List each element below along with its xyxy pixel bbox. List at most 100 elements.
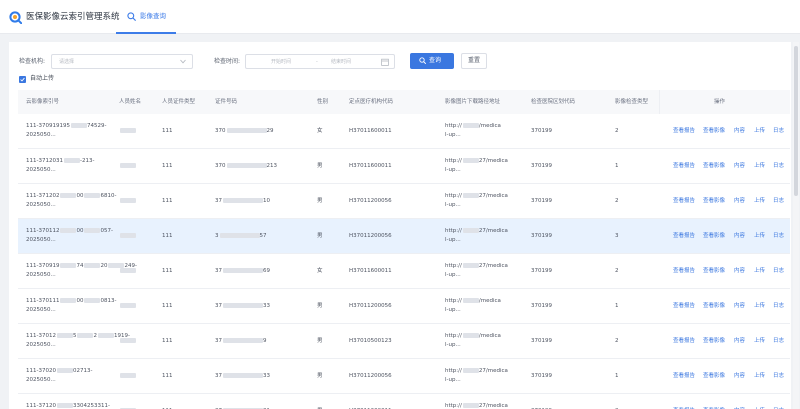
org-filter-label: 检查机构: bbox=[19, 58, 46, 65]
redacted-mask bbox=[84, 298, 101, 303]
check-type-cell: 2 bbox=[615, 128, 619, 134]
view-report-link[interactable]: 查看报告 bbox=[673, 162, 695, 171]
tab-image-query[interactable]: 影像查询 bbox=[116, 0, 176, 34]
redacted-mask bbox=[56, 403, 73, 408]
index-cell: 111-371203304253311-2025050... bbox=[26, 402, 110, 409]
url-line: http://27/medica bbox=[445, 228, 508, 234]
redacted-mask bbox=[120, 373, 136, 378]
table-row[interactable]: 111-370112 00 057- 2025050... 111 3 57 男 H370112… bbox=[18, 219, 790, 254]
auto-upload-label: 自动上传 bbox=[30, 75, 55, 82]
redacted-mask bbox=[462, 158, 479, 163]
top-bar: 医保影像云索引管理系统 影像查询 bbox=[0, 0, 800, 34]
area-code-cell: 370199 bbox=[531, 233, 552, 239]
redacted-mask bbox=[462, 123, 479, 128]
date-range-picker[interactable]: 开始时间 - 结束时间 bbox=[245, 54, 395, 69]
scrollbar-thumb[interactable] bbox=[794, 46, 798, 196]
upload-link[interactable]: 上传 bbox=[754, 127, 765, 136]
index-line: 111-371202 00 6810- bbox=[26, 193, 117, 199]
redacted-mask bbox=[120, 268, 136, 273]
view-image-link[interactable]: 查看影像 bbox=[703, 372, 725, 381]
log-link[interactable]: 日志 bbox=[773, 162, 784, 171]
name-cell bbox=[119, 127, 136, 136]
org-code-cell: H37011200056 bbox=[349, 198, 392, 204]
upload-link[interactable]: 上传 bbox=[754, 267, 765, 276]
upload-link[interactable]: 上传 bbox=[754, 302, 765, 311]
index-line: 111-37012 5 2 1919- bbox=[26, 333, 130, 339]
content-link[interactable]: 内容 bbox=[734, 302, 745, 311]
chevron-down-icon bbox=[180, 59, 186, 64]
upload-link[interactable]: 上传 bbox=[754, 197, 765, 206]
view-image-link[interactable]: 查看影像 bbox=[703, 232, 725, 241]
log-link[interactable]: 日志 bbox=[773, 267, 784, 276]
view-image-link[interactable]: 查看影像 bbox=[703, 127, 725, 136]
area-code-cell: 370199 bbox=[531, 338, 552, 344]
view-report-link[interactable]: 查看报告 bbox=[673, 127, 695, 136]
upload-link[interactable]: 上传 bbox=[754, 337, 765, 346]
log-link[interactable]: 日志 bbox=[773, 302, 784, 311]
content-link[interactable]: 内容 bbox=[734, 127, 745, 136]
table-row[interactable]: 111-371203304253311-2025050...1113731男H3… bbox=[18, 394, 790, 409]
view-report-link[interactable]: 查看报告 bbox=[673, 267, 695, 276]
log-link[interactable]: 日志 bbox=[773, 232, 784, 241]
check-type-cell: 1 bbox=[615, 163, 619, 169]
upload-link[interactable]: 上传 bbox=[754, 372, 765, 381]
url-line: l-up... bbox=[445, 167, 461, 173]
id-type-cell: 111 bbox=[162, 373, 173, 379]
view-report-link[interactable]: 查看报告 bbox=[673, 337, 695, 346]
auto-upload-checkbox[interactable] bbox=[19, 76, 26, 83]
table-row[interactable]: 111-370919 74 20 249- 2025050... 111 37 69 女 H370… bbox=[18, 254, 790, 289]
content-link[interactable]: 内容 bbox=[734, 267, 745, 276]
time-filter-label: 检查时间: bbox=[214, 58, 241, 65]
index-line: 2025050... bbox=[26, 237, 56, 243]
index-cell: 111-371202 00 6810- 2025050... bbox=[26, 192, 116, 210]
view-report-link[interactable]: 查看报告 bbox=[673, 232, 695, 241]
log-link[interactable]: 日志 bbox=[773, 372, 784, 381]
view-report-link[interactable]: 查看报告 bbox=[673, 302, 695, 311]
content-link[interactable]: 内容 bbox=[734, 197, 745, 206]
log-link[interactable]: 日志 bbox=[773, 197, 784, 206]
view-report-link[interactable]: 查看报告 bbox=[673, 372, 695, 381]
view-image-link[interactable]: 查看影像 bbox=[703, 302, 725, 311]
url-line: http:///medica bbox=[445, 123, 501, 129]
search-icon bbox=[127, 12, 136, 21]
table-row[interactable]: 111-371202 00 6810- 2025050... 111 37 10 男 H3701… bbox=[18, 184, 790, 219]
upload-link[interactable]: 上传 bbox=[754, 232, 765, 241]
log-link[interactable]: 日志 bbox=[773, 337, 784, 346]
index-cell: 111-370111 00 0813- 2025050... bbox=[26, 297, 116, 315]
gender-cell: 男 bbox=[317, 198, 323, 204]
index-cell: 111-37020 02713- 2025050... bbox=[26, 367, 92, 385]
redacted-mask bbox=[462, 298, 479, 303]
table-row[interactable]: 111-370111 00 0813- 2025050... 111 37 33 男 H3701… bbox=[18, 289, 790, 324]
id-number-cell: 37 9 bbox=[215, 338, 267, 344]
col-header-area: 检查医院区划代码 bbox=[531, 99, 576, 105]
start-date-input[interactable]: 开始时间 bbox=[271, 57, 291, 67]
url-line: http://27/medica bbox=[445, 158, 508, 164]
col-header-id-type: 人员证件类型 bbox=[162, 99, 196, 105]
content-link[interactable]: 内容 bbox=[734, 337, 745, 346]
table-row[interactable]: 111-370919195 74529- 2025050... 111 370 29 女 H3… bbox=[18, 114, 790, 149]
reset-button[interactable]: 重置 bbox=[461, 53, 487, 69]
view-image-link[interactable]: 查看影像 bbox=[703, 337, 725, 346]
area-code-cell: 370199 bbox=[531, 373, 552, 379]
org-select[interactable]: 请选择 bbox=[51, 54, 193, 69]
content-link[interactable]: 内容 bbox=[734, 372, 745, 381]
redacted-mask bbox=[462, 228, 479, 233]
url-cell: http://27/medical-up... bbox=[445, 367, 508, 385]
results-table: 云影像索引号 人员姓名 人员证件类型 证件号码 性别 定点医疗机构代码 影像图片… bbox=[18, 90, 790, 409]
url-cell: http://27/medical-up... bbox=[445, 402, 508, 409]
end-date-input[interactable]: 结束时间 bbox=[331, 57, 351, 67]
content-link[interactable]: 内容 bbox=[734, 232, 745, 241]
area-code-cell: 370199 bbox=[531, 268, 552, 274]
view-report-link[interactable]: 查看报告 bbox=[673, 197, 695, 206]
table-row[interactable]: 111-37012 5 2 1919- 2025050... 111 37 9 男 H370105… bbox=[18, 324, 790, 359]
query-button[interactable]: 查询 bbox=[410, 53, 454, 69]
view-image-link[interactable]: 查看影像 bbox=[703, 162, 725, 171]
content-link[interactable]: 内容 bbox=[734, 162, 745, 171]
table-row[interactable]: 111-37020 02713- 2025050... 111 37 33 男 H370112… bbox=[18, 359, 790, 394]
view-image-link[interactable]: 查看影像 bbox=[703, 197, 725, 206]
gender-cell: 男 bbox=[317, 303, 323, 309]
log-link[interactable]: 日志 bbox=[773, 127, 784, 136]
view-image-link[interactable]: 查看影像 bbox=[703, 267, 725, 276]
table-row[interactable]: 111-3712031 -213- 2025050... 111 370 213 男 H370… bbox=[18, 149, 790, 184]
upload-link[interactable]: 上传 bbox=[754, 162, 765, 171]
